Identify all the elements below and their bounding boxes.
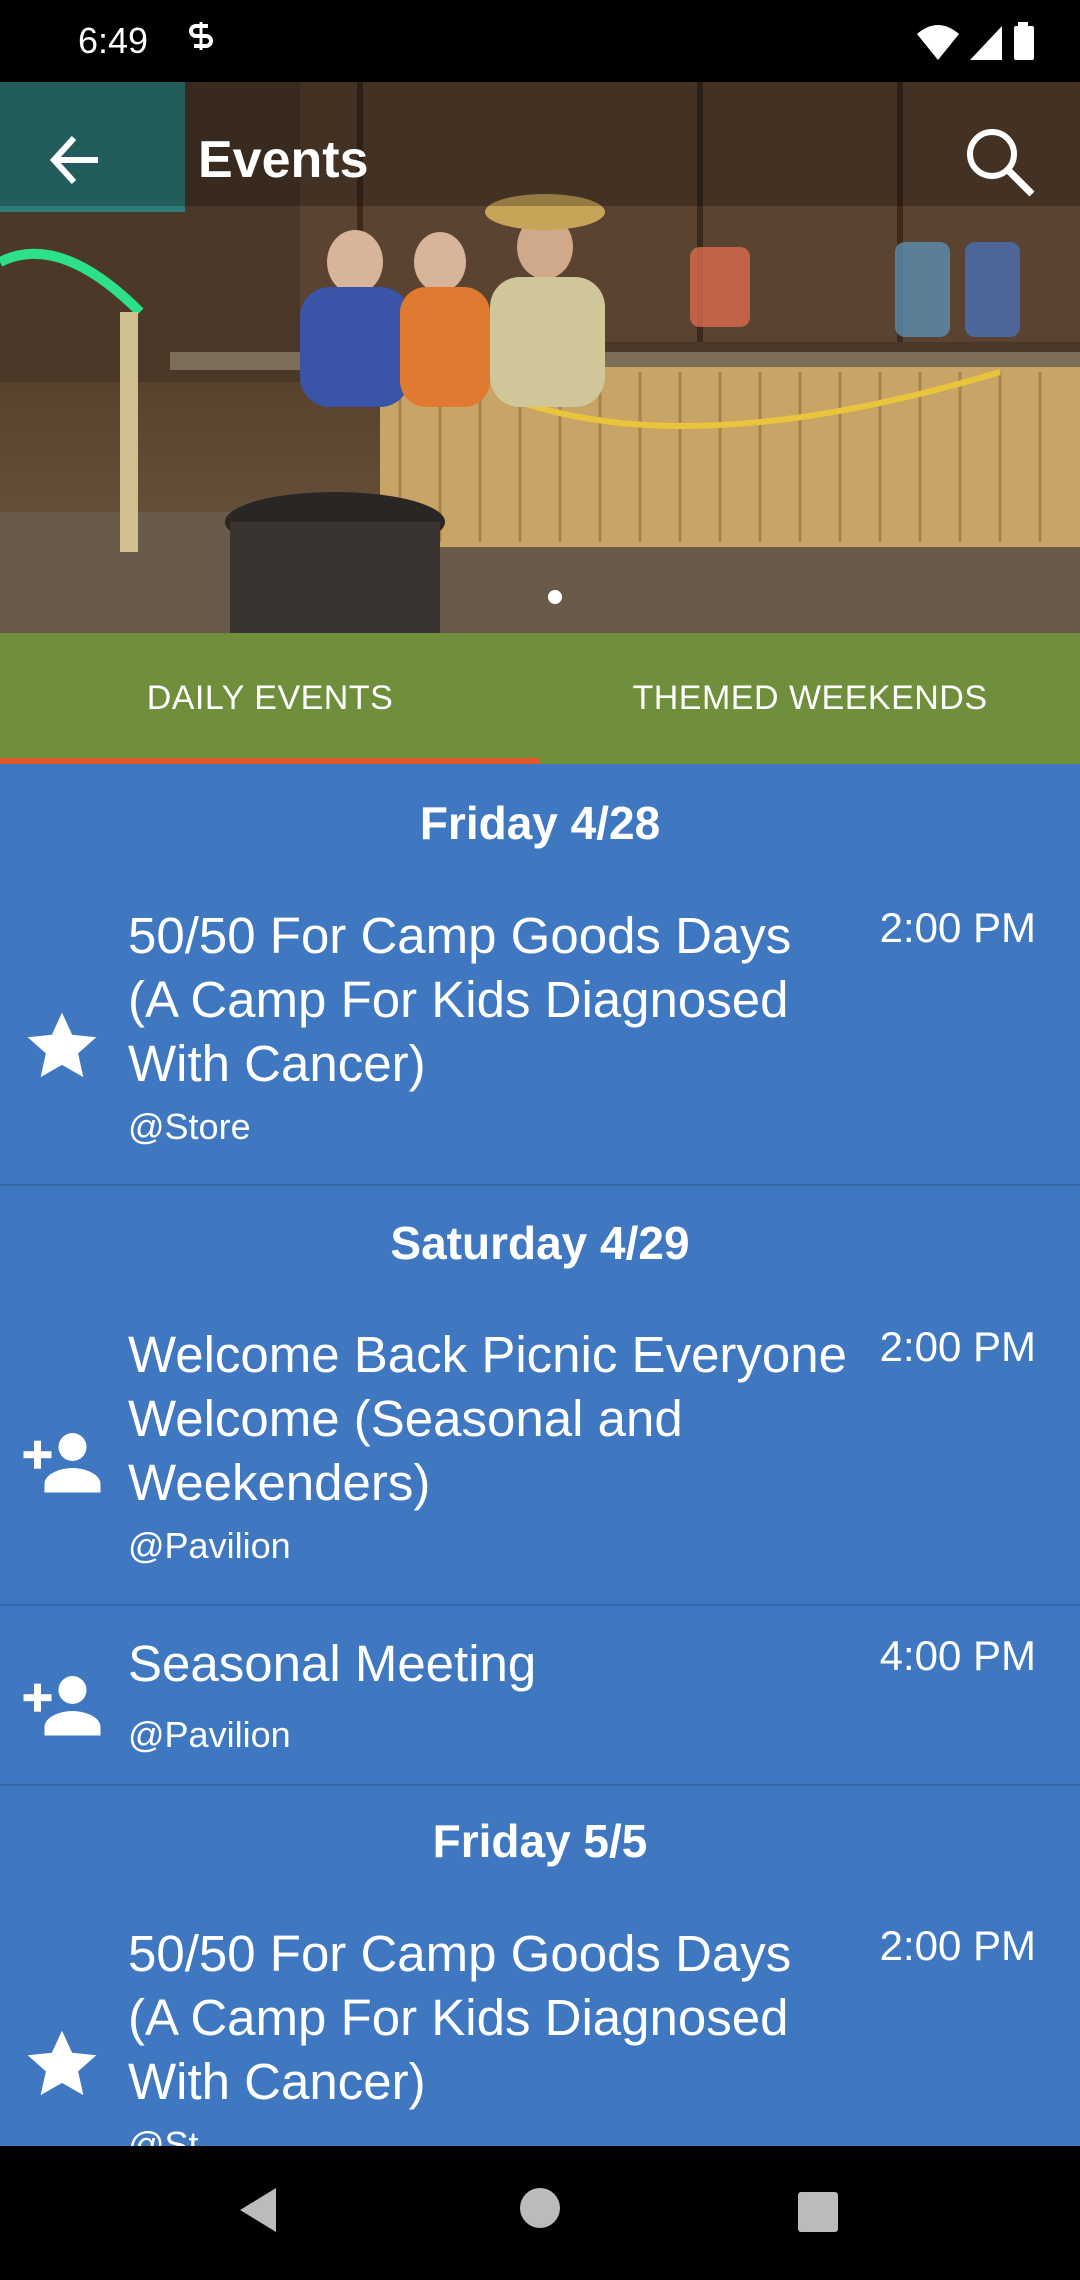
status-icons <box>915 22 1040 62</box>
person-add-icon[interactable] <box>20 1662 104 1746</box>
day-header: Saturday 4/29 <box>390 1217 690 1269</box>
event-item[interactable]: 50/50 For Camp Goods Days (A Camp For Ki… <box>0 1922 1080 2146</box>
event-location: @St <box>128 2124 199 2146</box>
system-nav-bar <box>0 2146 1080 2280</box>
star-icon[interactable] <box>20 2022 104 2106</box>
event-item[interactable]: Welcome Back Picnic Everyone Welcome (Se… <box>0 1323 1080 1566</box>
divider <box>0 1604 1080 1606</box>
nav-recents-icon[interactable] <box>798 2192 838 2232</box>
event-name: Welcome Back Picnic Everyone Welcome (Se… <box>128 1326 848 1511</box>
event-location: @Pavilion <box>128 1525 291 1566</box>
star-icon[interactable] <box>20 1004 104 1088</box>
nav-back-icon[interactable] <box>238 2186 278 2234</box>
day-header: Friday 4/28 <box>419 797 661 849</box>
divider <box>0 1784 1080 1786</box>
divider <box>0 1184 1080 1186</box>
tab-label: DAILY EVENTS <box>146 679 394 717</box>
back-arrow-icon[interactable] <box>46 130 106 190</box>
signal-icon <box>969 26 1002 60</box>
event-name: Seasonal Meeting <box>128 1635 537 1692</box>
page-title: Events <box>198 131 369 189</box>
carousel-page-indicator[interactable] <box>548 590 562 604</box>
person-add-icon[interactable] <box>20 1419 104 1503</box>
event-item[interactable]: 50/50 For Camp Goods Days (A Camp For Ki… <box>0 904 1080 1147</box>
event-item[interactable]: Seasonal Meeting @Pavilion 4:00 PM <box>0 1632 1080 1755</box>
notification-icon <box>189 22 213 50</box>
status-bar: 6:49 <box>0 0 1080 82</box>
tab-daily-events[interactable]: DAILY EVENTS <box>0 633 540 764</box>
event-location: @Pavilion <box>128 1714 291 1755</box>
event-name: 50/50 For Camp Goods Days (A Camp For Ki… <box>128 907 792 1092</box>
search-icon[interactable] <box>960 122 1040 202</box>
tab-bar: DAILY EVENTS THEMED WEEKENDS <box>0 633 1080 764</box>
day-header: Friday 5/5 <box>432 1815 648 1867</box>
tab-label: THEMED WEEKENDS <box>632 679 988 717</box>
header-image: Events <box>0 82 1080 633</box>
event-time: 2:00 PM <box>879 1323 1036 1370</box>
app-bar-scrim <box>0 82 1080 206</box>
event-location: @Store <box>128 1106 251 1147</box>
tab-themed-weekends[interactable]: THEMED WEEKENDS <box>540 633 1080 764</box>
nav-home-icon[interactable] <box>518 2186 562 2230</box>
wifi-icon <box>917 25 960 60</box>
event-name: 50/50 For Camp Goods Days (A Camp For Ki… <box>128 1925 792 2110</box>
status-time: 6:49 <box>78 20 149 61</box>
battery-icon <box>1014 22 1034 60</box>
event-time: 2:00 PM <box>879 904 1036 951</box>
events-list[interactable]: Friday 4/28 50/50 For Camp Goods Days (A… <box>0 764 1080 2146</box>
event-time: 2:00 PM <box>879 1922 1036 1969</box>
event-time: 4:00 PM <box>879 1632 1036 1679</box>
